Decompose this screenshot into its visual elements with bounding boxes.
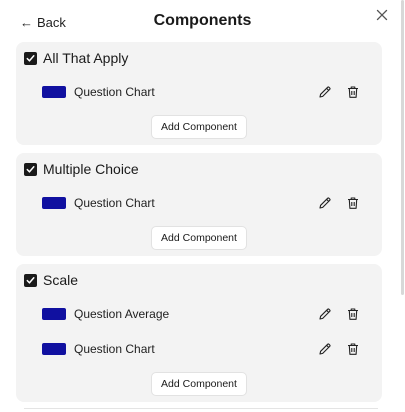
panel-header: ← Back Components bbox=[0, 0, 405, 42]
divider bbox=[24, 408, 378, 409]
group-title: Multiple Choice bbox=[43, 161, 139, 177]
group-checkbox[interactable] bbox=[24, 51, 37, 65]
component-row: Question Average bbox=[24, 304, 374, 324]
color-swatch bbox=[42, 308, 66, 320]
add-component-wrap: Add Component bbox=[24, 372, 374, 396]
component-group: All That Apply Question Chart Add Componen… bbox=[16, 42, 382, 145]
group-title: Scale bbox=[43, 272, 79, 288]
add-component-button[interactable]: Add Component bbox=[151, 372, 247, 396]
group-checkbox[interactable] bbox=[24, 162, 37, 176]
checkmark-icon bbox=[26, 276, 35, 284]
add-component-wrap: Add Component bbox=[24, 115, 374, 139]
trash-icon[interactable] bbox=[346, 85, 360, 99]
color-swatch bbox=[42, 86, 66, 98]
component-label: Question Average bbox=[74, 307, 170, 321]
add-component-wrap: Add Component bbox=[24, 226, 374, 250]
pencil-icon[interactable] bbox=[318, 307, 332, 321]
row-actions bbox=[318, 196, 360, 210]
component-row: Question Chart bbox=[24, 82, 374, 102]
scrollbar[interactable] bbox=[401, 0, 404, 295]
component-group: Scale Question Average Question Chart Add C… bbox=[16, 264, 382, 402]
pencil-icon[interactable] bbox=[318, 85, 332, 99]
add-component-button[interactable]: Add Component bbox=[151, 115, 247, 139]
component-groups: All That Apply Question Chart Add Componen… bbox=[16, 42, 382, 410]
group-title: All That Apply bbox=[43, 50, 129, 66]
trash-icon[interactable] bbox=[346, 342, 360, 356]
color-swatch bbox=[42, 343, 66, 355]
component-label: Question Chart bbox=[74, 196, 155, 210]
component-row: Question Chart bbox=[24, 339, 374, 359]
component-group: Multiple Choice Question Chart Add Compone… bbox=[16, 153, 382, 256]
row-actions bbox=[318, 342, 360, 356]
add-component-button[interactable]: Add Component bbox=[151, 226, 247, 250]
pencil-icon[interactable] bbox=[318, 196, 332, 210]
group-header: Scale bbox=[24, 272, 374, 288]
trash-icon[interactable] bbox=[346, 196, 360, 210]
group-header: Multiple Choice bbox=[24, 161, 374, 177]
group-header: All That Apply bbox=[24, 50, 374, 66]
components-panel: ← Back Components All That Apply Question… bbox=[0, 0, 405, 412]
component-label: Question Chart bbox=[74, 85, 155, 99]
component-label: Question Chart bbox=[74, 342, 155, 356]
row-actions bbox=[318, 307, 360, 321]
checkmark-icon bbox=[26, 54, 35, 62]
page-title: Components bbox=[153, 12, 252, 29]
component-row: Question Chart bbox=[24, 193, 374, 213]
group-checkbox[interactable] bbox=[24, 273, 37, 287]
row-actions bbox=[318, 85, 360, 99]
trash-icon[interactable] bbox=[346, 307, 360, 321]
color-swatch bbox=[42, 197, 66, 209]
pencil-icon[interactable] bbox=[318, 342, 332, 356]
close-icon[interactable] bbox=[376, 8, 390, 22]
checkmark-icon bbox=[26, 165, 35, 173]
